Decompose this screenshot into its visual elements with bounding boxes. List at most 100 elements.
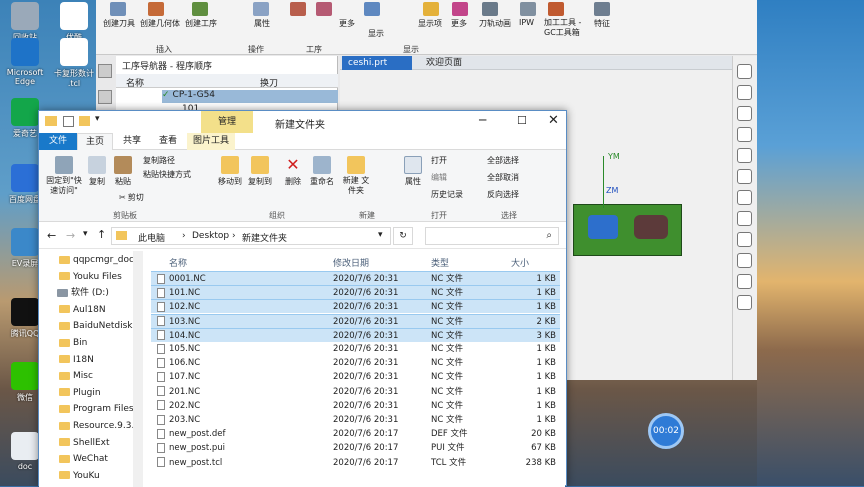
back-icon[interactable]: ← bbox=[47, 229, 56, 242]
file-row[interactable]: 107.NC 2020/7/6 20:31 NC 文件 1 KB bbox=[151, 370, 560, 384]
nx-side-tool-icon[interactable] bbox=[737, 85, 752, 100]
feature-icon[interactable] bbox=[594, 2, 610, 16]
breadcrumb-new-folder[interactable]: 新建文件夹 bbox=[242, 231, 287, 244]
create-operation-icon[interactable] bbox=[192, 2, 208, 16]
properties-icon[interactable] bbox=[253, 2, 269, 16]
delete-button[interactable]: ✕ 删除 bbox=[280, 156, 306, 187]
program-row-cp1[interactable]: ✓ CP-1-G54 bbox=[162, 90, 338, 103]
operation-icon[interactable] bbox=[290, 2, 306, 16]
more-button[interactable]: 更多 bbox=[339, 18, 355, 29]
create-geometry-button[interactable]: 创建几何体 bbox=[140, 18, 180, 29]
tab-home[interactable]: 主页 bbox=[77, 133, 113, 150]
minimize-icon[interactable]: ─ bbox=[479, 113, 486, 127]
invert-selection-button[interactable]: 反向选择 bbox=[487, 189, 519, 200]
nx-side-tool-icon[interactable] bbox=[737, 127, 752, 142]
tree-item[interactable]: Program Files bbox=[59, 402, 134, 417]
rename-button[interactable]: 重命名 bbox=[307, 156, 337, 187]
copy-button[interactable]: 复制 bbox=[85, 156, 109, 187]
pin-quick-access-button[interactable]: 固定到"快速访问" bbox=[43, 156, 85, 196]
breadcrumb-this-pc[interactable]: 此电脑 bbox=[138, 231, 165, 244]
address-bar[interactable]: 此电脑 › Desktop › 新建文件夹 ▾ bbox=[111, 227, 391, 245]
address-dropdown-icon[interactable]: ▾ bbox=[378, 230, 383, 240]
desktop-icon[interactable]: 回收站 bbox=[5, 2, 45, 43]
desktop-icon[interactable]: 优酷 bbox=[54, 2, 94, 43]
history-button[interactable]: 历史记录 bbox=[431, 189, 463, 200]
tree-scrollbar[interactable] bbox=[133, 251, 143, 487]
nx-side-tool-icon[interactable] bbox=[737, 169, 752, 184]
create-geometry-icon[interactable] bbox=[148, 2, 164, 16]
create-operation-button[interactable]: 创建工序 bbox=[185, 18, 217, 29]
open-button[interactable]: 打开 bbox=[431, 155, 447, 166]
nx-side-tool-icon[interactable] bbox=[737, 64, 752, 79]
file-row[interactable]: 201.NC 2020/7/6 20:31 NC 文件 1 KB bbox=[151, 385, 560, 399]
ipw-icon[interactable] bbox=[520, 2, 536, 16]
refresh-icon[interactable]: ↻ bbox=[393, 227, 413, 245]
tab-welcome[interactable]: 欢迎页面 bbox=[420, 56, 462, 70]
maximize-icon[interactable]: ☐ bbox=[517, 114, 527, 127]
tree-item[interactable]: Plugin bbox=[59, 386, 101, 401]
manage-context-tab[interactable]: 管理 bbox=[201, 111, 253, 133]
tab-view[interactable]: 查看 bbox=[151, 133, 185, 150]
select-all-button[interactable]: 全部选择 bbox=[487, 155, 519, 166]
resource-icon[interactable] bbox=[98, 64, 112, 78]
nx-side-tool-icon[interactable] bbox=[737, 190, 752, 205]
close-icon[interactable]: ✕ bbox=[548, 113, 559, 128]
file-row[interactable]: new_post.tcl 2020/7/6 20:17 TCL 文件 238 KB bbox=[151, 456, 560, 470]
edit-button[interactable]: 编辑 bbox=[431, 172, 447, 183]
toolpath-animation-icon[interactable] bbox=[482, 2, 498, 16]
search-input[interactable]: ⌕ bbox=[425, 227, 559, 245]
new-folder-button[interactable]: 新建 文件夹 bbox=[341, 156, 371, 196]
tree-item[interactable]: qqpcmgr_docp bbox=[59, 253, 140, 268]
file-row[interactable]: new_post.def 2020/7/6 20:17 DEF 文件 20 KB bbox=[151, 427, 560, 441]
display-icon[interactable] bbox=[364, 2, 380, 16]
tree-item[interactable]: ShellExt bbox=[59, 436, 110, 451]
file-row[interactable]: 202.NC 2020/7/6 20:31 NC 文件 1 KB bbox=[151, 399, 560, 413]
col-name-header[interactable]: 名称 bbox=[126, 76, 144, 89]
file-row[interactable]: 103.NC 2020/7/6 20:31 NC 文件 2 KB bbox=[151, 313, 560, 328]
file-row[interactable]: 203.NC 2020/7/6 20:31 NC 文件 1 KB bbox=[151, 413, 560, 427]
properties-button[interactable]: 属性 bbox=[254, 18, 270, 29]
tree-item[interactable]: Resource.9.3.5. bbox=[59, 419, 143, 434]
display-button[interactable]: 显示 bbox=[368, 28, 384, 39]
desktop-icon[interactable]: Microsoft Edge bbox=[5, 38, 45, 86]
col-name[interactable]: 名称 bbox=[169, 256, 187, 269]
gc-toolbox-icon[interactable] bbox=[548, 2, 564, 16]
col-tool-change-header[interactable]: 换刀 bbox=[260, 76, 278, 89]
file-row[interactable]: new_post.pui 2020/7/6 20:17 PUI 文件 67 KB bbox=[151, 441, 560, 455]
tree-item[interactable]: Bin bbox=[59, 336, 87, 351]
properties-button[interactable]: 属性 bbox=[401, 156, 425, 187]
nx-side-tool-icon[interactable] bbox=[737, 232, 752, 247]
nx-side-tool-icon[interactable] bbox=[737, 148, 752, 163]
tab-picture-tools[interactable]: 图片工具 bbox=[187, 133, 235, 150]
tree-item[interactable]: BaiduNetdisk bbox=[59, 319, 133, 334]
file-row[interactable]: 0001.NC 2020/7/6 20:31 NC 文件 1 KB bbox=[151, 271, 560, 285]
col-date[interactable]: 修改日期 bbox=[333, 256, 369, 269]
tree-item[interactable]: YouKu bbox=[59, 469, 100, 484]
gc-toolbox-button[interactable]: 加工工具 - GC工具箱 bbox=[544, 18, 584, 38]
cut-button[interactable]: ✂ 剪切 bbox=[119, 192, 144, 203]
tree-item[interactable]: WeChat bbox=[59, 452, 108, 467]
paste-button[interactable]: 粘贴 bbox=[111, 156, 135, 187]
nx-side-tool-icon[interactable] bbox=[737, 253, 752, 268]
ipw-button[interactable]: IPW bbox=[519, 18, 534, 27]
assembly-icon[interactable] bbox=[98, 90, 112, 104]
select-none-button[interactable]: 全部取消 bbox=[487, 172, 519, 183]
create-tool-icon[interactable] bbox=[110, 2, 126, 16]
display-items-icon[interactable] bbox=[423, 2, 439, 16]
tree-item[interactable]: Misc bbox=[59, 369, 93, 384]
breadcrumb-desktop[interactable]: Desktop bbox=[192, 231, 229, 241]
more-icon[interactable] bbox=[316, 2, 332, 16]
create-tool-button[interactable]: 创建刀具 bbox=[103, 18, 135, 29]
more-display-icon[interactable] bbox=[452, 2, 468, 16]
file-row[interactable]: 101.NC 2020/7/6 20:31 NC 文件 1 KB bbox=[151, 285, 560, 300]
feature-button[interactable]: 特征 bbox=[594, 18, 610, 29]
file-row[interactable]: 104.NC 2020/7/6 20:31 NC 文件 3 KB bbox=[151, 327, 560, 342]
paste-shortcut-button[interactable]: 粘贴快捷方式 bbox=[143, 169, 191, 180]
properties-quick-icon[interactable] bbox=[63, 116, 74, 127]
nx-side-tool-icon[interactable] bbox=[737, 106, 752, 121]
copy-to-button[interactable]: 复制到 bbox=[245, 156, 275, 187]
file-row[interactable]: 105.NC 2020/7/6 20:31 NC 文件 1 KB bbox=[151, 342, 560, 356]
col-type[interactable]: 类型 bbox=[431, 256, 449, 269]
up-icon[interactable]: ↑ bbox=[97, 228, 106, 241]
copy-path-button[interactable]: 复制路径 bbox=[143, 155, 175, 166]
